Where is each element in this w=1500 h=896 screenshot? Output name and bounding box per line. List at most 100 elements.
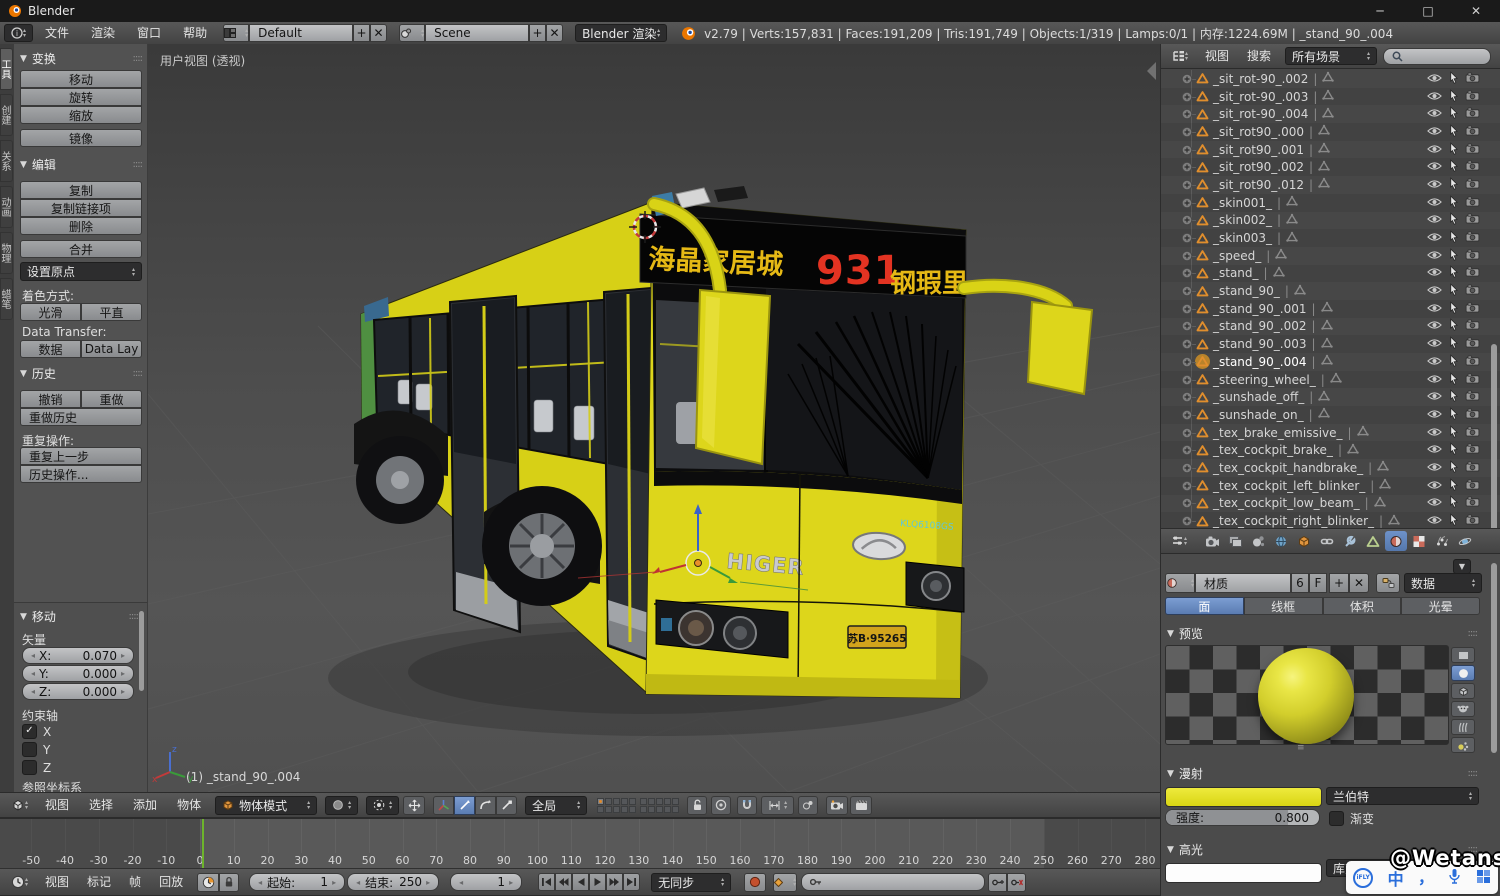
add-material-button[interactable]: + — [1329, 573, 1349, 593]
renderability-camera-icon[interactable] — [1465, 125, 1480, 139]
expand-icon[interactable] — [1181, 144, 1193, 156]
selectability-cursor-icon[interactable] — [1449, 478, 1458, 494]
editor-type-timeline-button[interactable]: ▴▾ — [4, 873, 35, 892]
renderability-camera-icon[interactable] — [1465, 408, 1480, 422]
keying-set-dropdown[interactable]: ▴▾ — [773, 873, 797, 892]
undo-button[interactable]: 撤销 — [20, 390, 81, 408]
object-name[interactable]: _stand_90_.003 — [1213, 337, 1307, 351]
visibility-eye-icon[interactable] — [1427, 178, 1442, 192]
menu-add[interactable]: 添加 — [129, 794, 161, 816]
object-name[interactable]: _tex_cockpit_handbrake_ — [1213, 461, 1363, 475]
decrement-arrow-icon[interactable]: ◂ — [31, 651, 35, 660]
object-name[interactable]: _sit_rot90_.012 — [1213, 178, 1304, 192]
expand-icon[interactable] — [1181, 320, 1193, 332]
expand-icon[interactable] — [1181, 126, 1193, 138]
renderability-camera-icon[interactable] — [1465, 160, 1480, 174]
tab-tools[interactable]: 工具 — [0, 48, 13, 90]
outliner-scope-dropdown[interactable]: 所有场景▴▾ — [1285, 47, 1377, 65]
expand-icon[interactable] — [1181, 250, 1193, 262]
visibility-eye-icon[interactable] — [1427, 337, 1442, 351]
outliner-row[interactable]: _sit_rot-90_.003 | — [1161, 88, 1500, 106]
expand-icon[interactable] — [1181, 108, 1193, 120]
outliner-scrollbar[interactable] — [1491, 344, 1497, 534]
tab-object-data[interactable] — [1362, 531, 1384, 551]
renderability-camera-icon[interactable] — [1465, 249, 1480, 263]
timeline-menu-frame[interactable]: 帧 — [125, 871, 145, 893]
join-button[interactable]: 合并 — [20, 240, 142, 258]
manipulator-axes-button[interactable] — [433, 796, 454, 815]
expand-icon[interactable] — [1181, 73, 1193, 85]
decrement-arrow-icon[interactable]: ◂ — [459, 878, 463, 887]
rotate-button[interactable]: 旋转 — [20, 88, 142, 106]
renderability-camera-icon[interactable] — [1465, 426, 1480, 440]
panel-drag-dots-icon[interactable]: :::: — [1468, 768, 1477, 779]
selectability-cursor-icon[interactable] — [1449, 513, 1458, 528]
ime-punctuation-button[interactable]: ， — [1418, 873, 1434, 883]
specular-color-swatch[interactable] — [1165, 863, 1322, 883]
outliner-row[interactable]: _steering_wheel_ | — [1161, 371, 1500, 389]
delete-button[interactable]: 删除 — [20, 217, 142, 235]
menu-file[interactable]: 文件 — [41, 22, 73, 44]
panel-drag-dots-icon[interactable]: :::: — [129, 611, 138, 622]
jump-to-start-button[interactable] — [538, 873, 555, 891]
menu-render[interactable]: 渲染 — [87, 22, 119, 44]
selectability-cursor-icon[interactable] — [1449, 195, 1458, 211]
increment-arrow-icon[interactable]: ▸ — [121, 651, 125, 660]
timeline-ruler[interactable]: -50-40-30-20-100102030405060708090100110… — [0, 818, 1160, 868]
preview-hair-button[interactable] — [1451, 719, 1475, 735]
tab-physics[interactable] — [1454, 531, 1476, 551]
renderability-camera-icon[interactable] — [1465, 373, 1480, 387]
expand-icon[interactable] — [1181, 267, 1193, 279]
preview-cube-button[interactable] — [1451, 683, 1475, 699]
viewport-3d[interactable]: 海晶家居城 931 钢瑕里 KLQ6108GS — [148, 44, 1160, 792]
panel-drag-dots-icon[interactable]: :::: — [133, 159, 142, 170]
set-origin-dropdown[interactable]: 设置原点▴▾ — [20, 262, 142, 281]
object-name[interactable]: _skin001_ — [1213, 196, 1272, 210]
diffuse-intensity-slider[interactable]: 强度: 0.800 — [1165, 809, 1320, 826]
outliner-row[interactable]: _skin003_ | — [1161, 229, 1500, 247]
outliner-row[interactable]: _stand_90_.003 | — [1161, 335, 1500, 353]
preview-flat-button[interactable] — [1451, 647, 1475, 663]
operator-panel-scrollbar[interactable] — [139, 611, 144, 691]
renderability-camera-icon[interactable] — [1465, 319, 1480, 333]
outliner-row[interactable]: _sit_rot90_.012 | — [1161, 176, 1500, 194]
visibility-eye-icon[interactable] — [1427, 196, 1442, 210]
visibility-eye-icon[interactable] — [1427, 125, 1442, 139]
expand-icon[interactable] — [1181, 391, 1193, 403]
prev-keyframe-button[interactable] — [555, 873, 572, 891]
menu-help[interactable]: 帮助 — [179, 22, 211, 44]
panel-drag-dots-icon[interactable]: :::: — [133, 53, 142, 64]
expand-icon[interactable] — [1181, 338, 1193, 350]
duplicate-linked-button[interactable]: 复制链接项 — [20, 199, 142, 217]
visibility-eye-icon[interactable] — [1427, 284, 1442, 298]
delete-scene-button[interactable]: ✕ — [546, 24, 563, 42]
ime-brand-icon[interactable]: iFLY — [1353, 868, 1373, 888]
selectability-cursor-icon[interactable] — [1449, 142, 1458, 158]
outliner-row[interactable]: _sit_rot-90_.002 | — [1161, 70, 1500, 88]
expand-icon[interactable] — [1181, 497, 1193, 509]
mirror-button[interactable]: 镜像 — [20, 129, 142, 147]
selectability-cursor-icon[interactable] — [1449, 354, 1458, 370]
outliner-row[interactable]: _tex_cockpit_brake_ | — [1161, 441, 1500, 459]
outliner-row[interactable]: _stand_ | — [1161, 265, 1500, 283]
viewport-shading-dropdown[interactable]: ▴▾ — [325, 796, 358, 815]
outliner-row[interactable]: _stand_90_.004 | — [1161, 353, 1500, 371]
renderability-camera-icon[interactable] — [1465, 266, 1480, 280]
renderability-camera-icon[interactable] — [1465, 72, 1480, 86]
expand-icon[interactable] — [1181, 303, 1193, 315]
decrement-arrow-icon[interactable]: ◂ — [31, 687, 35, 696]
shade-flat-button[interactable]: 平直 — [81, 303, 142, 321]
selectability-cursor-icon[interactable] — [1449, 301, 1458, 317]
frame-end-field[interactable]: ◂ 结束: 250 ▸ — [347, 873, 439, 891]
visibility-eye-icon[interactable] — [1427, 390, 1442, 404]
selectability-cursor-icon[interactable] — [1449, 460, 1458, 476]
snap-target-button[interactable] — [798, 796, 818, 815]
selectability-cursor-icon[interactable] — [1449, 265, 1458, 281]
current-frame-field[interactable]: ◂ 1 ▸ — [450, 873, 522, 891]
outliner-row[interactable]: _sit_rot90_.001 | — [1161, 141, 1500, 159]
decrement-arrow-icon[interactable]: ◂ — [31, 669, 35, 678]
renderability-camera-icon[interactable] — [1465, 107, 1480, 121]
bus-model[interactable]: 海晶家居城 931 钢瑕里 KLQ6108GS — [148, 44, 1160, 792]
selectability-cursor-icon[interactable] — [1449, 389, 1458, 405]
object-name[interactable]: _tex_cockpit_left_blinker_ — [1213, 479, 1365, 493]
